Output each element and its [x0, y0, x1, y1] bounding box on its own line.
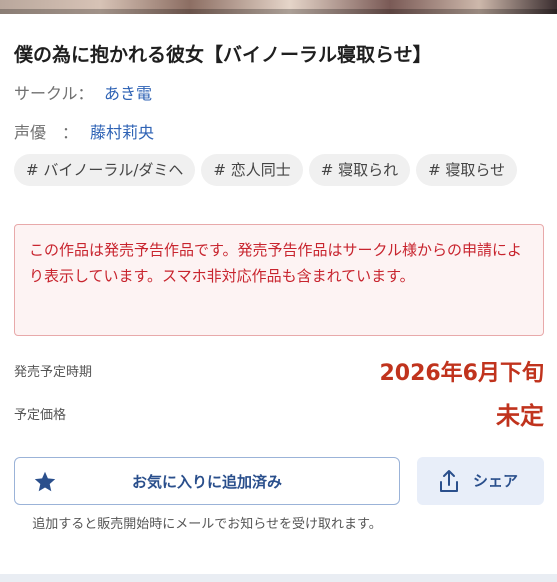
tag-chip[interactable]: # 寝取らせ [416, 154, 518, 186]
tag-list: # バイノーラル/ダミヘ # 恋人同士 # 寝取られ # 寝取らせ [14, 154, 557, 186]
section-divider [0, 574, 557, 582]
circle-link[interactable]: あき電 [104, 84, 152, 103]
favorite-button-label: お気に入りに追加済み [131, 473, 282, 491]
share-button[interactable]: シェア [417, 457, 544, 505]
release-date-label: 発売予定時期 [14, 365, 93, 380]
banner-shade [0, 9, 557, 14]
preannouncement-notice: この作品は発売予告作品です。発売予告作品はサークル様からの申請により表示していま… [14, 224, 544, 336]
work-title: 僕の為に抱かれる彼女【バイノーラル寝取らせ】 [14, 44, 432, 66]
tag-chip[interactable]: # 恋人同士 [201, 154, 303, 186]
favorite-button[interactable]: お気に入りに追加済み [14, 457, 400, 505]
voice-actor-row: 声優 ： 藤村莉央 [14, 119, 154, 143]
voice-actor-link[interactable]: 藤村莉央 [90, 123, 154, 142]
price-value: 未定 [496, 402, 544, 430]
tag-chip[interactable]: # バイノーラル/ダミヘ [14, 154, 196, 186]
circle-label: サークル： [14, 84, 94, 103]
share-icon [440, 470, 458, 492]
share-button-label: シェア [473, 472, 519, 490]
favorite-helper-text: 追加すると販売開始時にメールでお知らせを受け取れます。 [32, 517, 382, 532]
tag-chip[interactable]: # 寝取られ [308, 154, 411, 186]
work-thumbnail-banner[interactable] [0, 0, 557, 14]
price-label: 予定価格 [14, 408, 67, 423]
circle-row: サークル： あき電 [14, 80, 152, 104]
voice-actor-label: 声優 ： [14, 123, 79, 142]
release-date-value: 2026年6月下旬 [379, 361, 544, 386]
